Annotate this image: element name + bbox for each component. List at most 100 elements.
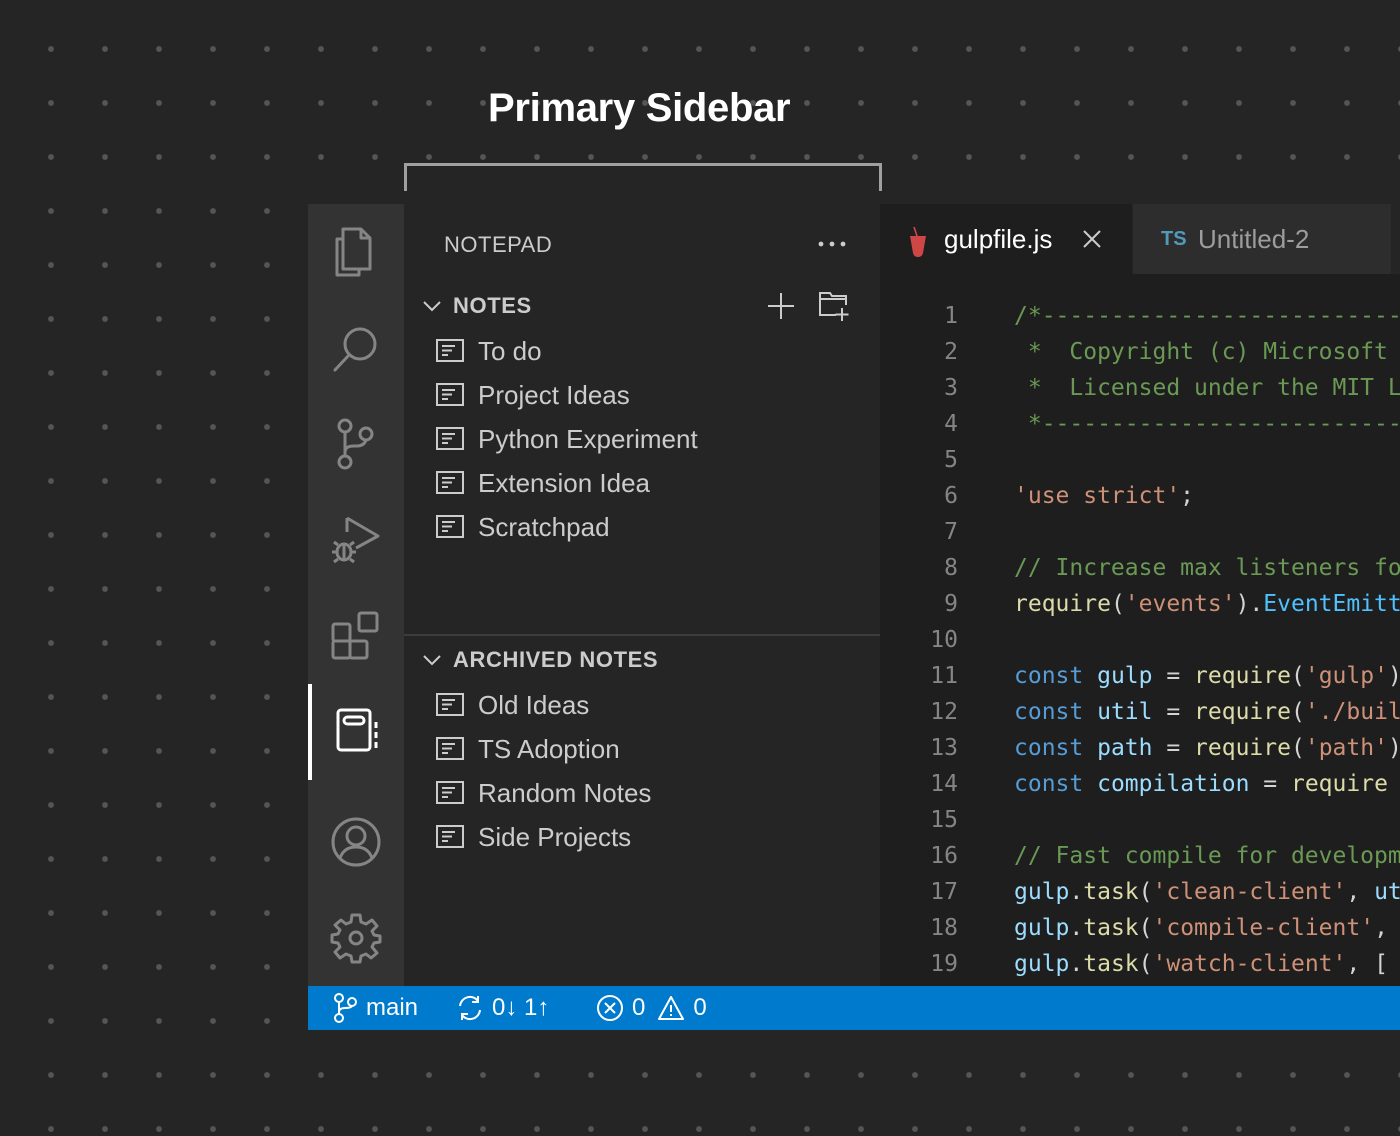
note-title: Project Ideas (478, 379, 630, 410)
code-line[interactable]: 19 gulp.task('watch-client', [ (880, 946, 1400, 982)
code-line[interactable]: 9 require('events').EventEmitter (880, 586, 1400, 622)
code-line[interactable]: 6 'use strict'; (880, 478, 1400, 514)
tab-label: gulpfile.js (944, 223, 1053, 254)
line-source: // Increase max listeners for event emit… (1014, 550, 1400, 586)
code-line[interactable]: 16 // Fast compile for development time (880, 838, 1400, 874)
note-item[interactable]: Scratchpad (404, 505, 880, 549)
note-icon (436, 383, 464, 406)
code-line[interactable]: 1 /*-------------------------------------… (880, 298, 1400, 334)
code-token-var: util (1374, 879, 1400, 905)
note-item[interactable]: Project Ideas (404, 373, 880, 417)
ts-file-icon: TS (1161, 227, 1187, 250)
code-area[interactable]: 1 /*-------------------------------------… (880, 298, 1400, 982)
code-token-plain: ( (1290, 735, 1305, 761)
code-token-comment: // Increase max listeners for event emit… (1014, 555, 1400, 581)
callout-title: Primary Sidebar (488, 86, 791, 130)
branch-icon (334, 993, 357, 1023)
vscode-window: NOTEPAD NOTES To do Project Ideas Python… (308, 204, 1400, 1030)
run-debug-icon (332, 516, 380, 564)
code-token-var: util (1097, 699, 1153, 725)
code-line[interactable]: 17 gulp.task('clean-client', util (880, 874, 1400, 910)
chevron-down-icon (423, 655, 441, 666)
note-icon (436, 781, 464, 804)
code-line[interactable]: 5 (880, 442, 1400, 478)
activity-search[interactable] (308, 300, 404, 396)
code-token-string: 'path' (1304, 735, 1388, 761)
section-label-notes: NOTES (453, 293, 532, 318)
activity-extensions[interactable] (308, 588, 404, 684)
line-source: gulp.task('watch-client', [ (1014, 946, 1388, 982)
activity-accounts[interactable] (308, 794, 404, 890)
code-line[interactable]: 12 const util = require('./build/lib/util… (880, 694, 1400, 730)
more-actions-button[interactable] (814, 226, 850, 262)
section-header-notes[interactable]: NOTES (404, 286, 880, 326)
tab-bar: gulpfile.js TS Untitled-2 (880, 204, 1400, 274)
sidebar-title: NOTEPAD (444, 232, 553, 257)
activity-source-control[interactable] (308, 396, 404, 492)
line-number: 4 (944, 411, 958, 437)
line-number: 8 (944, 555, 958, 581)
archived-note-item[interactable]: Side Projects (404, 815, 880, 859)
line-source: * Copyright (c) Microsoft Corporation. (1014, 334, 1400, 370)
archived-note-item[interactable]: TS Adoption (404, 727, 880, 771)
sync-status[interactable]: 0↓ 1↑ (456, 986, 549, 1030)
section-header-archived-notes[interactable]: ARCHIVED NOTES (404, 640, 880, 680)
activity-notepad[interactable] (308, 684, 404, 780)
code-token-var: path (1097, 735, 1153, 761)
code-token-keyword: const (1014, 699, 1084, 725)
activity-explorer[interactable] (308, 204, 404, 300)
code-line[interactable]: 8 // Increase max listeners for event emi… (880, 550, 1400, 586)
code-token-plain: ); (1388, 663, 1400, 689)
activity-manage[interactable] (308, 890, 404, 986)
archived-note-item[interactable]: Old Ideas (404, 683, 880, 727)
line-source: * Licensed under the MIT License. (1014, 370, 1400, 406)
note-item[interactable]: Extension Idea (404, 461, 880, 505)
line-number: 5 (944, 447, 958, 473)
code-token-func: require (1194, 663, 1291, 689)
tab-gulpfile[interactable]: gulpfile.js (880, 204, 1132, 274)
code-token-plain: , (1374, 915, 1400, 941)
code-token-plain: ( (1138, 915, 1153, 941)
note-item[interactable]: To do (404, 329, 880, 373)
problems-status[interactable]: 0 0 (596, 986, 707, 1030)
note-title: Python Experiment (478, 423, 698, 454)
code-token-comment: * Licensed under the MIT License. (1027, 375, 1400, 401)
code-line[interactable]: 7 (880, 514, 1400, 550)
files-icon (335, 227, 372, 277)
note-title: To do (478, 335, 542, 366)
note-title: TS Adoption (478, 733, 620, 764)
code-token-plain: . (1069, 915, 1084, 941)
code-line[interactable]: 11 const gulp = require('gulp'); (880, 658, 1400, 694)
note-item[interactable]: Python Experiment (404, 417, 880, 461)
plus-icon (768, 293, 794, 319)
activity-run-debug[interactable] (308, 492, 404, 588)
new-folder-button[interactable] (817, 289, 851, 323)
branch-status[interactable]: main (332, 986, 418, 1030)
code-line[interactable]: 4 *-------------------------------------… (880, 406, 1400, 442)
code-token-plain: ( (1138, 951, 1153, 977)
code-token-plain: , [ (1346, 951, 1388, 977)
code-line[interactable]: 2 * Copyright (c) Microsoft Corporation. (880, 334, 1400, 370)
line-number: 16 (930, 843, 958, 869)
code-line[interactable]: 3 * Licensed under the MIT License. (880, 370, 1400, 406)
new-note-button[interactable] (764, 289, 798, 323)
section-divider[interactable] (404, 634, 880, 636)
code-line[interactable]: 15 (880, 802, 1400, 838)
code-token-plain: ( (1290, 663, 1305, 689)
code-line[interactable]: 13 const path = require('path'); (880, 730, 1400, 766)
code-token-keyword: const (1014, 735, 1084, 761)
line-number: 1 (944, 303, 958, 329)
line-number: 9 (944, 591, 958, 617)
archived-note-item[interactable]: Random Notes (404, 771, 880, 815)
code-token-plain: ). (1235, 591, 1264, 617)
code-line[interactable]: 18 gulp.task('compile-client', (880, 910, 1400, 946)
close-icon[interactable] (1082, 229, 1102, 249)
code-line[interactable]: 14 const compilation = require (880, 766, 1400, 802)
code-token-var: gulp (1014, 951, 1070, 977)
code-line[interactable]: 10 (880, 622, 1400, 658)
code-token-func: require (1014, 591, 1111, 617)
tab-untitled-2[interactable]: TS Untitled-2 (1133, 204, 1391, 274)
